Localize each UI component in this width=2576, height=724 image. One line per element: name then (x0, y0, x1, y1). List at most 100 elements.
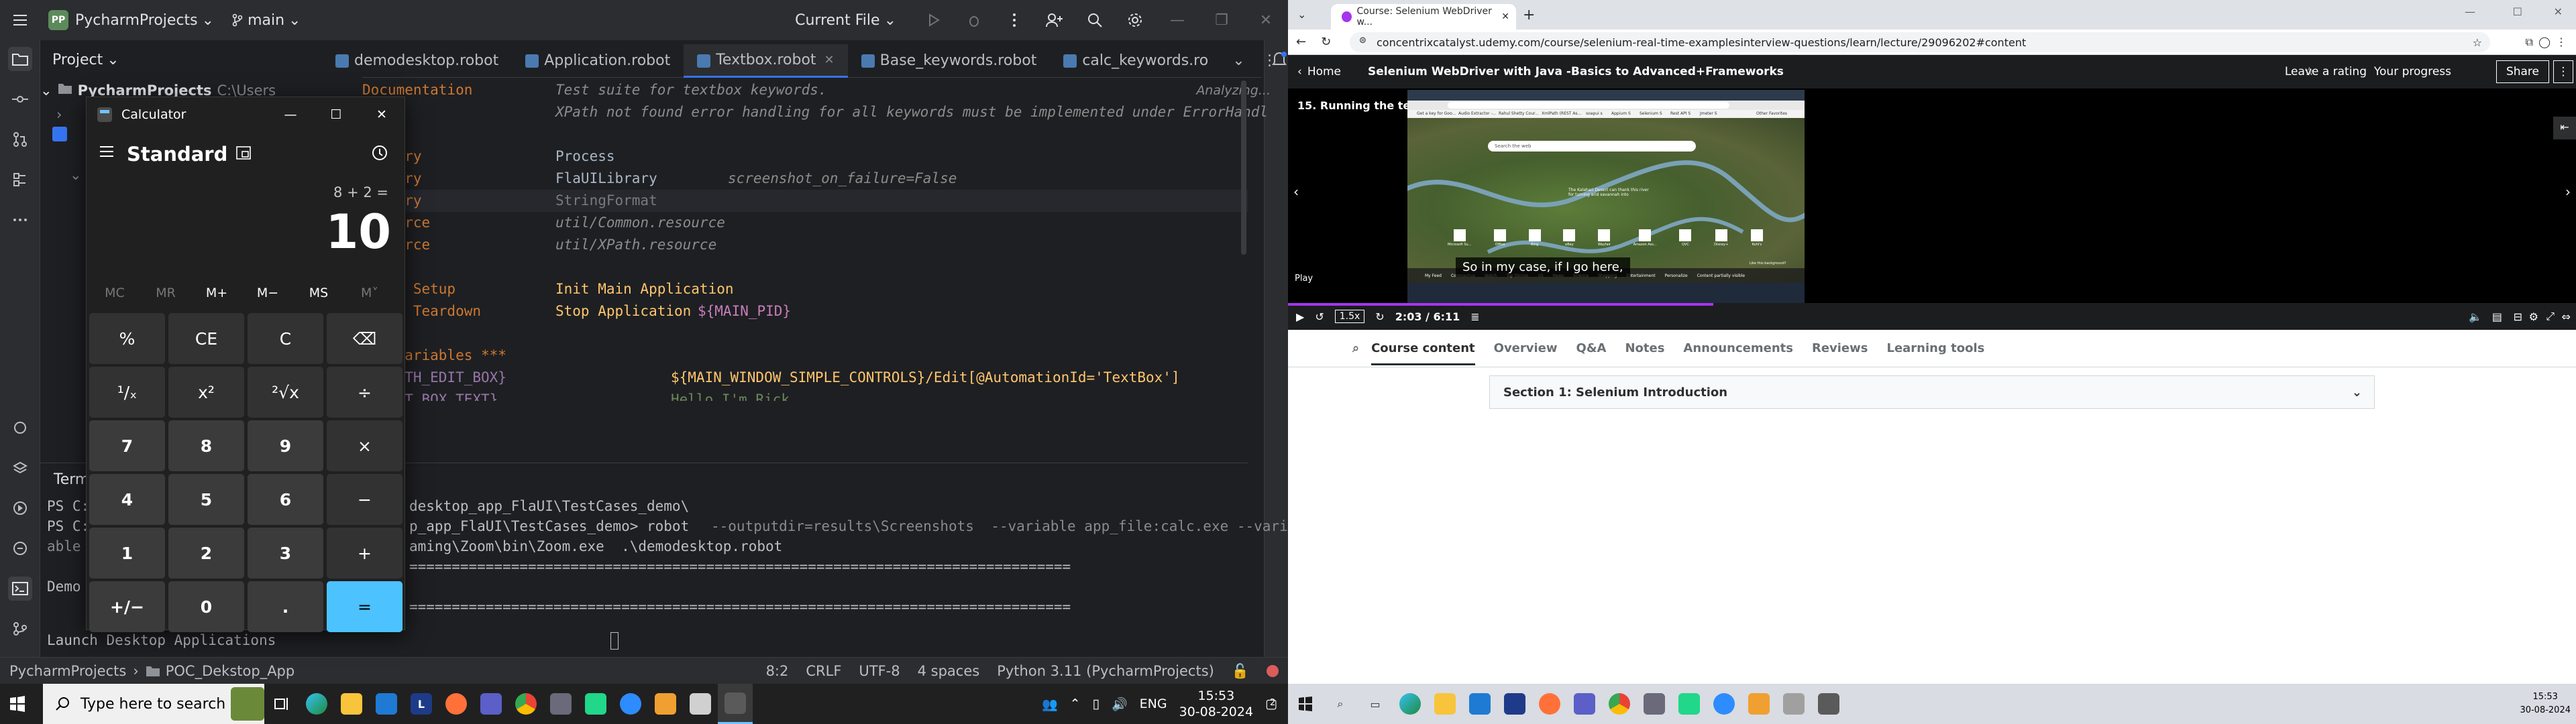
memory-recall-button[interactable]: MR (140, 280, 191, 306)
next-lecture-icon[interactable]: › (2565, 184, 2571, 200)
site-info-icon[interactable]: ⊜ (1359, 36, 1366, 46)
run-config-selector[interactable]: Current File ⌄ (795, 12, 896, 29)
lock-icon[interactable]: 🔓 (1232, 663, 1249, 680)
divide-key[interactable]: ÷ (327, 367, 402, 418)
progress-dropdown[interactable]: Your progress (2374, 65, 2451, 78)
chrome-icon[interactable] (508, 684, 543, 724)
leave-rating-link[interactable]: Leave a rating (2285, 65, 2367, 78)
browser-menu-icon[interactable]: ⋮ (2556, 36, 2567, 48)
forward-icon[interactable]: ↻ (1375, 310, 1384, 323)
firefox-icon[interactable] (1532, 684, 1567, 724)
windows-start-icon[interactable] (0, 684, 35, 724)
hamburger-menu-icon[interactable] (99, 145, 115, 158)
settings-gear-icon[interactable]: ⚙ (2529, 310, 2538, 323)
digit-7-key[interactable]: 7 (89, 420, 165, 471)
negate-key[interactable]: +/− (89, 581, 165, 632)
reload-icon[interactable]: ↻ (1321, 35, 1331, 49)
digit-4-key[interactable]: 4 (89, 474, 165, 525)
pycharm-icon[interactable] (578, 684, 613, 724)
play-icon[interactable]: ▶ (1296, 310, 1304, 323)
chevron-down-icon[interactable]: ⌄ (70, 167, 82, 183)
run-tool-icon[interactable] (8, 496, 32, 520)
square-key[interactable]: x² (168, 367, 244, 418)
project-selector[interactable]: PycharmProjects ⌄ (75, 12, 214, 29)
digit-9-key[interactable]: 9 (248, 420, 323, 471)
edge-icon[interactable] (1393, 684, 1428, 724)
calculator-taskbar-icon[interactable] (718, 684, 753, 724)
taskbar-search[interactable]: Type here to search (43, 684, 264, 724)
rewind-icon[interactable]: ↺ (1315, 310, 1324, 323)
teams-icon[interactable] (1567, 684, 1602, 724)
clock[interactable]: 15:53 30-08-2024 (2520, 690, 2571, 717)
add-user-icon[interactable] (1034, 0, 1075, 40)
cursor-position[interactable]: 8:2 (766, 663, 789, 679)
tab-overview[interactable]: Overview (1494, 341, 1558, 355)
task-view-icon[interactable] (264, 684, 299, 724)
clear-key[interactable]: C (248, 313, 323, 364)
run-icon[interactable] (914, 0, 954, 40)
file-encoding[interactable]: UTF-8 (859, 663, 900, 679)
branch-selector[interactable]: main ⌄ (231, 12, 301, 29)
minimize-button[interactable]: — (2465, 5, 2475, 18)
memory-list-button[interactable]: M˅ (344, 280, 395, 306)
tab-textbox[interactable]: Textbox.robot ✕ (684, 44, 848, 78)
search-icon[interactable]: ⌕ (1323, 684, 1358, 724)
clear-entry-key[interactable]: CE (168, 313, 244, 364)
app-l-icon[interactable] (1497, 684, 1532, 724)
search-icon[interactable]: ⌕ (1352, 341, 1359, 355)
python-packages-icon[interactable] (8, 416, 32, 440)
more-icon[interactable]: ⋮ (1256, 52, 1284, 69)
app-icon[interactable] (1776, 684, 1811, 724)
chevron-right-icon[interactable]: › (56, 107, 62, 123)
pycharm-icon[interactable] (1672, 684, 1707, 724)
notification-center-icon[interactable]: ▢ 2 (1265, 697, 1277, 711)
digit-6-key[interactable]: 6 (248, 474, 323, 525)
close-window-button[interactable]: ✕ (2554, 5, 2563, 18)
previous-lecture-icon[interactable]: ‹ (1293, 184, 1299, 200)
mail-icon[interactable] (369, 684, 404, 724)
main-menu-icon[interactable] (0, 0, 40, 40)
memory-subtract-button[interactable]: M− (242, 280, 293, 306)
tabs-overflow-chevron-icon[interactable]: ⌄ (1222, 52, 1255, 69)
pull-requests-icon[interactable] (8, 127, 32, 152)
close-window-button[interactable]: ✕ (1244, 0, 1288, 40)
more-icon[interactable] (994, 0, 1034, 40)
video-progress-bar[interactable] (1288, 303, 1713, 306)
minimize-button[interactable]: — (268, 97, 313, 132)
code-editor[interactable]: Documentation Test suite for textbox keyw… (275, 72, 1268, 475)
chrome-icon[interactable] (1602, 684, 1637, 724)
close-tab-icon[interactable]: ✕ (1501, 11, 1509, 22)
tab-calc-keywords[interactable]: calc_keywords.ro (1050, 44, 1222, 78)
project-tool-icon[interactable] (8, 47, 32, 71)
services-icon[interactable] (8, 536, 32, 560)
transcript-icon[interactable]: ▤ (2492, 310, 2502, 323)
home-link[interactable]: Home (1307, 65, 1341, 78)
app-icon[interactable] (543, 684, 578, 724)
subtract-key[interactable]: − (327, 474, 402, 525)
zoom-icon[interactable] (1707, 684, 1741, 724)
search-icon[interactable] (1075, 0, 1115, 40)
maximize-button[interactable]: ☐ (2513, 5, 2522, 18)
app-icon[interactable] (683, 684, 718, 724)
add-key[interactable]: + (327, 528, 402, 579)
memory-add-button[interactable]: M+ (191, 280, 242, 306)
file-explorer-icon[interactable] (334, 684, 369, 724)
more-tools-icon[interactable] (8, 208, 32, 232)
language-indicator[interactable]: ENG (1140, 697, 1167, 711)
back-arrow-icon[interactable]: ← (1296, 35, 1306, 49)
task-view-icon[interactable]: ▭ (1358, 684, 1393, 724)
python-interpreter[interactable]: Python 3.11 (PycharmProjects) (997, 663, 1214, 679)
browser-tab-active[interactable]: Course: Selenium WebDriver w... ✕ (1331, 4, 1516, 29)
close-window-button[interactable]: ✕ (359, 97, 405, 132)
reciprocal-key[interactable]: ¹/ₓ (89, 367, 165, 418)
bookmark-star-icon[interactable]: ☆ (2473, 36, 2482, 49)
digit-0-key[interactable]: 0 (168, 581, 244, 632)
debug-icon[interactable] (954, 0, 994, 40)
extensions-icon[interactable]: ⧉ (2526, 36, 2533, 49)
maximize-button[interactable]: ☐ (313, 97, 359, 132)
git-tool-icon[interactable] (8, 617, 32, 641)
history-icon[interactable] (371, 144, 388, 162)
more-options-icon[interactable]: ⋮ (2553, 60, 2573, 83)
app-icon[interactable] (1637, 684, 1672, 724)
tab-learning-tools[interactable]: Learning tools (1886, 341, 1984, 355)
